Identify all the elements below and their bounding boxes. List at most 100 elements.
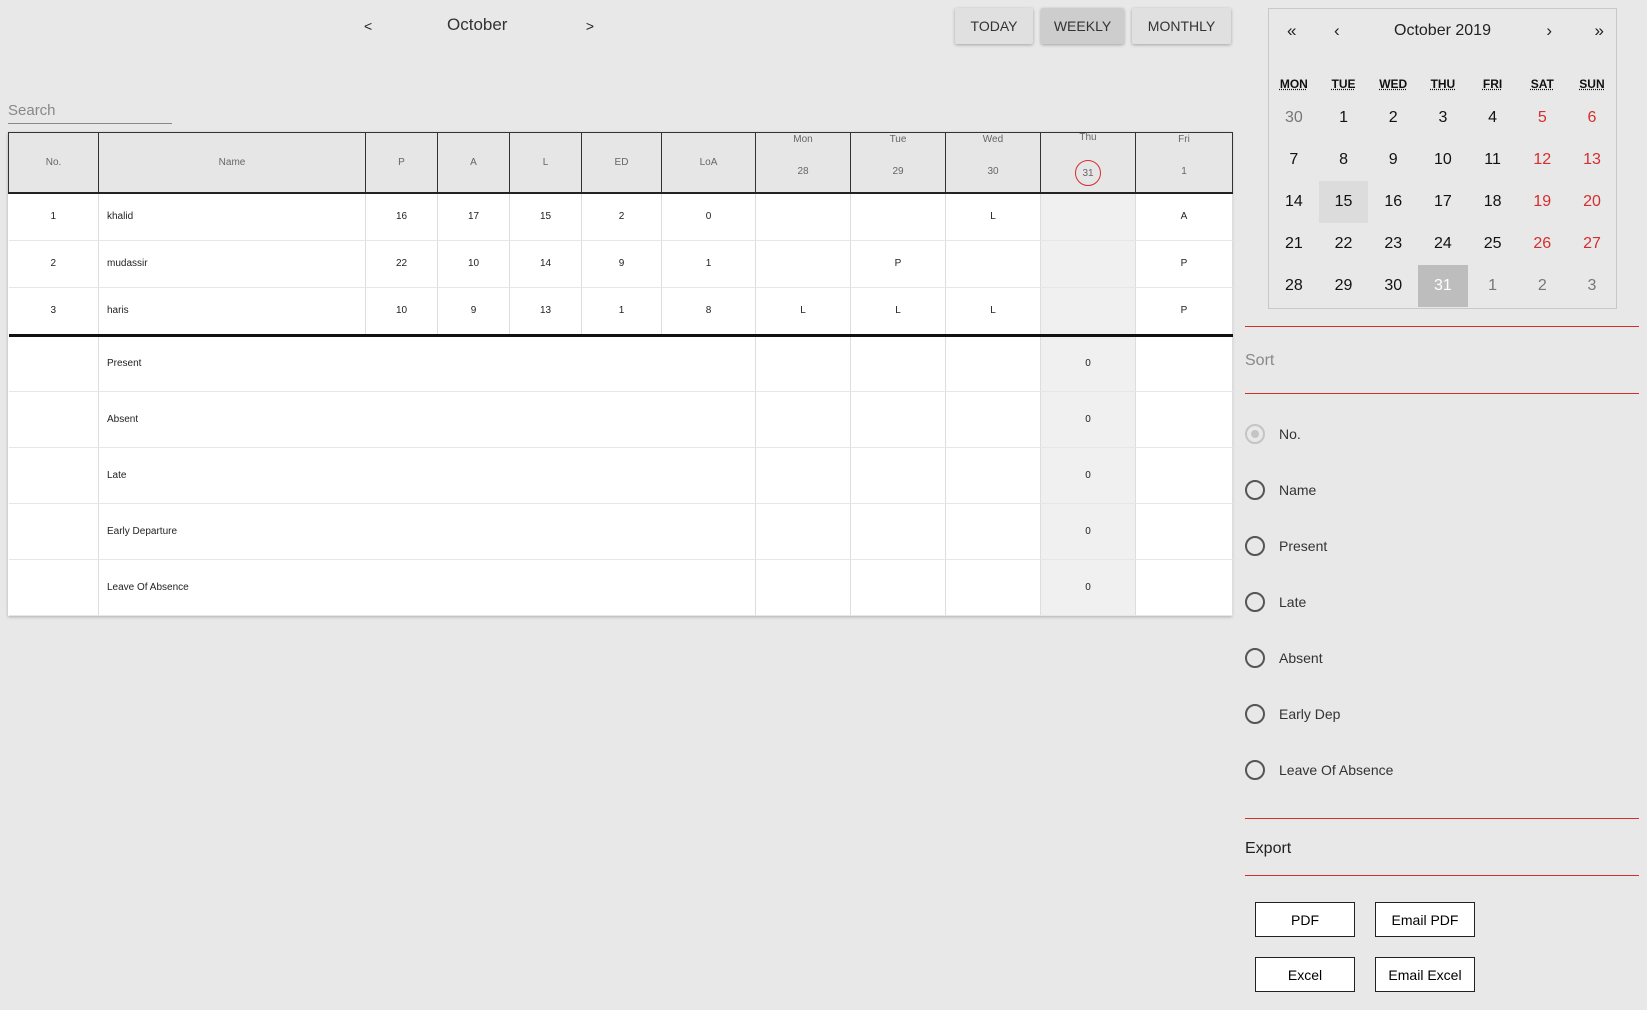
calendar-day[interactable]: 12 bbox=[1517, 139, 1567, 181]
calendar-day[interactable]: 9 bbox=[1368, 139, 1418, 181]
calendar-header: « ‹ October 2019 › » bbox=[1269, 9, 1616, 53]
header-day-today[interactable]: Thu 31 bbox=[1040, 132, 1136, 193]
calendar-day[interactable]: 8 bbox=[1319, 139, 1369, 181]
monthly-button[interactable]: MONTHLY bbox=[1132, 8, 1231, 44]
next-month-button[interactable]: > bbox=[586, 18, 594, 34]
sort-option[interactable]: No. bbox=[1245, 423, 1301, 445]
calendar-day[interactable]: 30 bbox=[1368, 265, 1418, 307]
calendar-day[interactable]: 26 bbox=[1517, 223, 1567, 265]
header-day[interactable]: Wed 30 bbox=[945, 132, 1041, 193]
cell-absent: 9 bbox=[437, 287, 510, 337]
calendar-day[interactable]: 17 bbox=[1418, 181, 1468, 223]
table-row[interactable]: 2 mudassir 22 10 14 9 1 P P bbox=[8, 240, 1233, 288]
calendar-day[interactable]: 20 bbox=[1567, 181, 1617, 223]
export-pdf-button[interactable]: PDF bbox=[1255, 902, 1355, 937]
cell-day[interactable] bbox=[755, 240, 851, 288]
search-input[interactable] bbox=[8, 98, 172, 122]
calendar-day[interactable]: 30 bbox=[1269, 97, 1319, 139]
cell-day[interactable]: A bbox=[1135, 192, 1233, 241]
cell-day-today[interactable] bbox=[1040, 240, 1136, 288]
sort-option[interactable]: Early Dep bbox=[1245, 703, 1340, 725]
calendar-day[interactable]: 2 bbox=[1517, 265, 1567, 307]
summary-cell bbox=[945, 559, 1041, 616]
calendar-day[interactable]: 13 bbox=[1567, 139, 1617, 181]
cell-day[interactable] bbox=[945, 240, 1041, 288]
cell-day[interactable]: P bbox=[850, 240, 946, 288]
email-pdf-button[interactable]: Email PDF bbox=[1375, 902, 1475, 937]
cell-day[interactable]: P bbox=[1135, 287, 1233, 337]
calendar-day[interactable]: 21 bbox=[1269, 223, 1319, 265]
calendar-day[interactable]: 19 bbox=[1517, 181, 1567, 223]
header-name[interactable]: Name bbox=[98, 132, 366, 193]
previous-month-button[interactable]: < bbox=[364, 18, 372, 34]
calendar-day[interactable]: 16 bbox=[1368, 181, 1418, 223]
day-name: Mon bbox=[793, 133, 813, 145]
calendar-day[interactable]: 4 bbox=[1468, 97, 1518, 139]
header-present[interactable]: P bbox=[365, 132, 438, 193]
next-year-button[interactable]: » bbox=[1595, 21, 1604, 41]
calendar-day[interactable]: 31 bbox=[1418, 265, 1468, 307]
cell-name: haris bbox=[98, 287, 366, 337]
calendar-day[interactable]: 1 bbox=[1319, 97, 1369, 139]
sort-option[interactable]: Leave Of Absence bbox=[1245, 759, 1393, 781]
cell-day[interactable]: P bbox=[1135, 240, 1233, 288]
cell-day-today[interactable] bbox=[1040, 287, 1136, 337]
calendar-day[interactable]: 5 bbox=[1517, 97, 1567, 139]
sort-option[interactable]: Absent bbox=[1245, 647, 1323, 669]
calendar-day[interactable]: 25 bbox=[1468, 223, 1518, 265]
header-leave-of-absence[interactable]: LoA bbox=[661, 132, 756, 193]
email-excel-button[interactable]: Email Excel bbox=[1375, 957, 1475, 992]
radio-icon[interactable] bbox=[1245, 536, 1265, 556]
export-title: Export bbox=[1245, 840, 1292, 857]
calendar-day[interactable]: 10 bbox=[1418, 139, 1468, 181]
radio-icon[interactable] bbox=[1245, 592, 1265, 612]
sort-option[interactable]: Late bbox=[1245, 591, 1306, 613]
radio-icon[interactable] bbox=[1245, 424, 1265, 444]
header-late[interactable]: L bbox=[509, 132, 582, 193]
radio-icon[interactable] bbox=[1245, 480, 1265, 500]
calendar-day[interactable]: 23 bbox=[1368, 223, 1418, 265]
calendar-day[interactable]: 28 bbox=[1269, 265, 1319, 307]
calendar-day[interactable]: 15 bbox=[1318, 181, 1369, 223]
current-month-label: October bbox=[447, 15, 508, 34]
header-early-departure[interactable]: ED bbox=[581, 132, 662, 193]
calendar-day[interactable]: 27 bbox=[1567, 223, 1617, 265]
cell-day-today[interactable] bbox=[1040, 192, 1136, 241]
cell-day[interactable]: L bbox=[945, 287, 1041, 337]
calendar-day[interactable]: 18 bbox=[1468, 181, 1518, 223]
next-month-button[interactable]: › bbox=[1546, 21, 1552, 41]
calendar-day[interactable]: 14 bbox=[1269, 181, 1319, 223]
calendar-day[interactable]: 22 bbox=[1319, 223, 1369, 265]
header-no[interactable]: No. bbox=[8, 132, 99, 193]
cell-day[interactable] bbox=[755, 192, 851, 241]
calendar-day[interactable]: 3 bbox=[1418, 97, 1468, 139]
radio-icon[interactable] bbox=[1245, 704, 1265, 724]
cell-day[interactable]: L bbox=[945, 192, 1041, 241]
table-row[interactable]: 3 haris 10 9 13 1 8 L L L P bbox=[8, 287, 1233, 337]
header-absent[interactable]: A bbox=[437, 132, 510, 193]
cell-day[interactable] bbox=[850, 192, 946, 241]
header-day[interactable]: Tue 29 bbox=[850, 132, 946, 193]
sort-option[interactable]: Present bbox=[1245, 535, 1327, 557]
calendar-day[interactable]: 24 bbox=[1418, 223, 1468, 265]
calendar-day[interactable]: 3 bbox=[1567, 265, 1617, 307]
calendar-day[interactable]: 2 bbox=[1368, 97, 1418, 139]
radio-icon[interactable] bbox=[1245, 760, 1265, 780]
header-day[interactable]: Fri 1 bbox=[1135, 132, 1233, 193]
header-day[interactable]: Mon 28 bbox=[755, 132, 851, 193]
calendar-day[interactable]: 29 bbox=[1319, 265, 1369, 307]
radio-icon[interactable] bbox=[1245, 648, 1265, 668]
calendar-day[interactable]: 7 bbox=[1269, 139, 1319, 181]
sort-option[interactable]: Name bbox=[1245, 479, 1316, 501]
cell-late: 13 bbox=[509, 287, 582, 337]
today-button[interactable]: TODAY bbox=[955, 8, 1033, 44]
cell-day[interactable]: L bbox=[755, 287, 851, 337]
cell-day[interactable]: L bbox=[850, 287, 946, 337]
export-excel-button[interactable]: Excel bbox=[1255, 957, 1355, 992]
weekly-button[interactable]: WEEKLY bbox=[1041, 8, 1124, 44]
summary-cell-today: 0 bbox=[1040, 447, 1136, 504]
table-row[interactable]: 1 khalid 16 17 15 2 0 L A bbox=[8, 192, 1233, 241]
calendar-day[interactable]: 6 bbox=[1567, 97, 1617, 139]
calendar-day[interactable]: 11 bbox=[1468, 139, 1518, 181]
calendar-day[interactable]: 1 bbox=[1468, 265, 1518, 307]
